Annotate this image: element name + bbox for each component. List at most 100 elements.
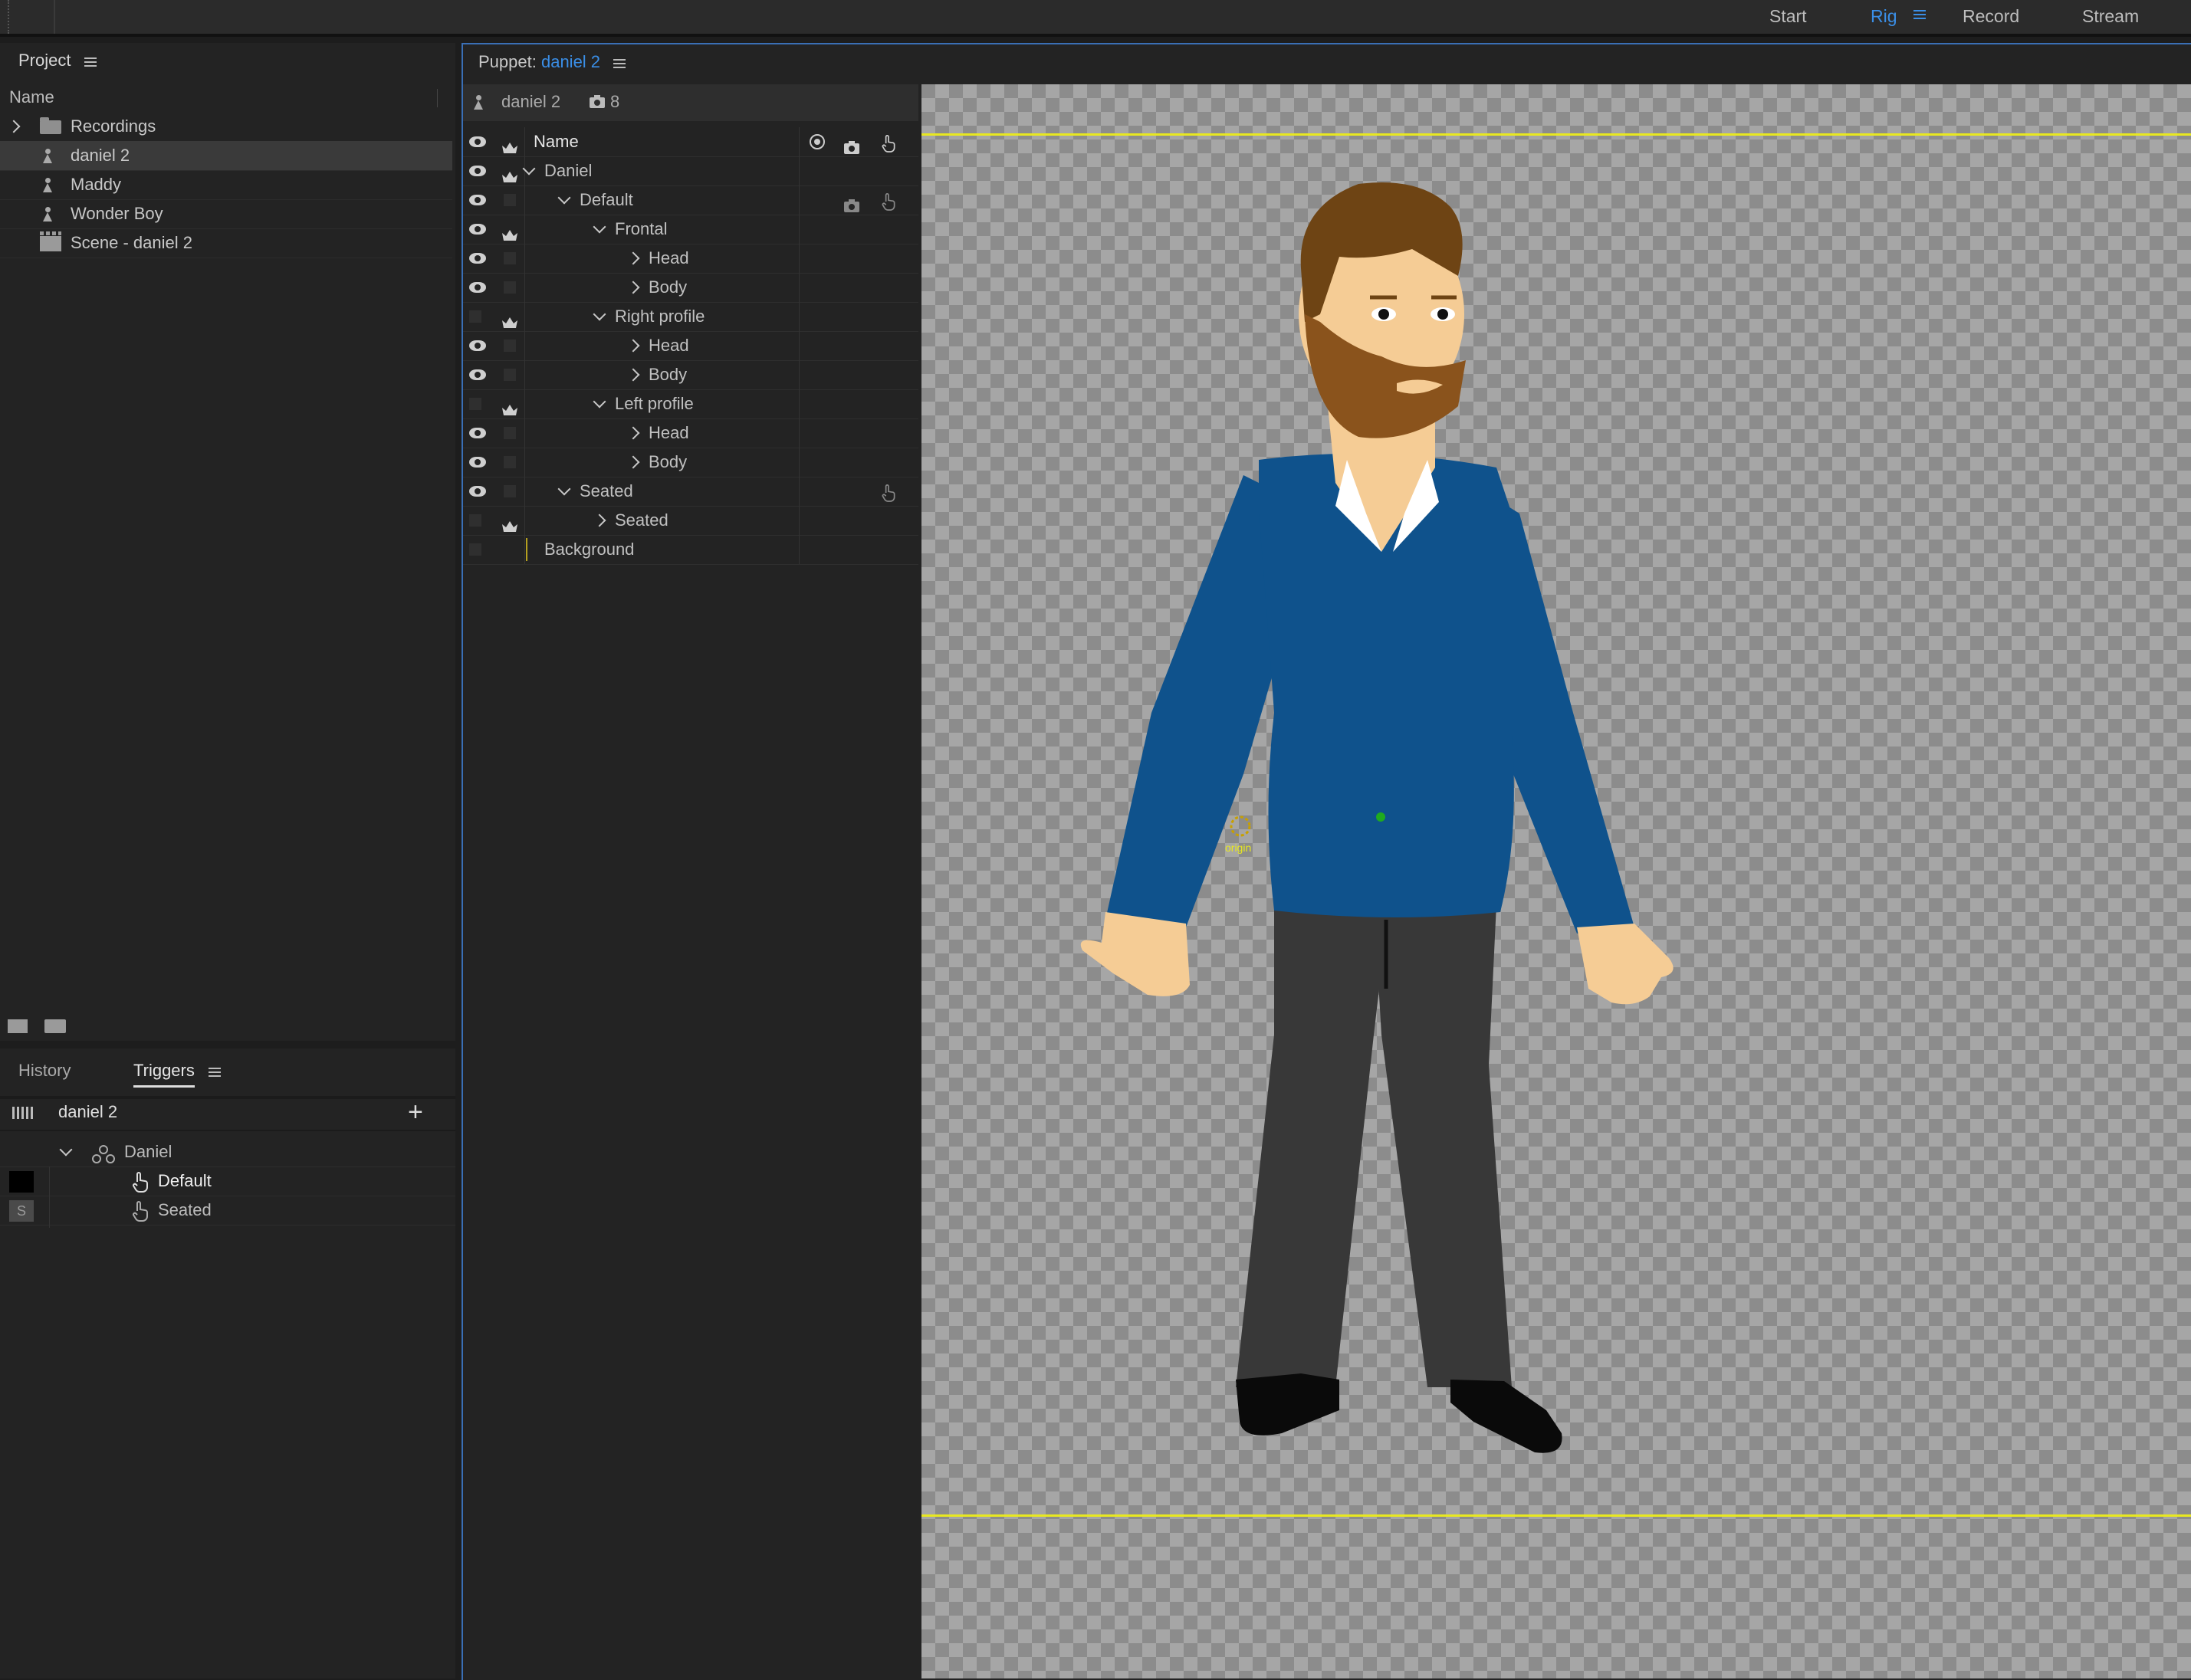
title-puppet-name[interactable]: daniel 2: [541, 52, 600, 71]
layer-row[interactable]: Left profile: [463, 389, 918, 419]
list-item-wonder-boy[interactable]: Wonder Boy: [0, 199, 452, 229]
chevron-down-icon[interactable]: [59, 1143, 73, 1157]
crown-icon[interactable]: [501, 310, 518, 328]
list-item-maddy[interactable]: Maddy: [0, 170, 452, 200]
trigger-column-icon[interactable]: [880, 133, 897, 153]
crown-icon[interactable]: [501, 135, 518, 153]
triggers-menu-icon[interactable]: [209, 1067, 221, 1081]
layer-row[interactable]: Head: [463, 244, 918, 274]
chevron-right-icon[interactable]: [593, 514, 606, 527]
chevron-right-icon[interactable]: [626, 281, 640, 294]
panel-grip[interactable]: [8, 0, 12, 34]
eye-icon[interactable]: [469, 166, 486, 176]
independent-toggle[interactable]: [504, 456, 516, 468]
crown-icon[interactable]: [501, 164, 518, 182]
independent-toggle[interactable]: [504, 281, 516, 294]
eye-icon[interactable]: [469, 369, 486, 380]
eye-icon[interactable]: [469, 282, 486, 293]
trigger-key-badge[interactable]: [9, 1171, 34, 1193]
eye-icon[interactable]: [469, 428, 486, 438]
independent-toggle[interactable]: [504, 369, 516, 381]
new-scene-icon[interactable]: [8, 1019, 28, 1033]
independent-toggle[interactable]: [504, 194, 516, 206]
project-menu-icon[interactable]: [84, 57, 97, 71]
layer-row[interactable]: Head: [463, 331, 918, 361]
chevron-right-icon[interactable]: [7, 120, 21, 133]
column-divider[interactable]: [437, 89, 438, 107]
puppet-menu-icon[interactable]: [613, 58, 626, 72]
independent-toggle[interactable]: [504, 427, 516, 439]
tab-stream[interactable]: Stream: [2082, 3, 2139, 29]
center-handle: [1376, 812, 1385, 822]
camera-icon[interactable]: [843, 193, 860, 212]
eye-icon[interactable]: [469, 486, 486, 497]
list-item-daniel-2[interactable]: daniel 2: [0, 141, 452, 171]
chevron-down-icon[interactable]: [557, 191, 571, 205]
column-header-name[interactable]: Name: [9, 87, 54, 107]
list-item-recordings[interactable]: Recordings: [0, 112, 452, 142]
visibility-toggle[interactable]: [469, 398, 481, 410]
eye-icon[interactable]: [469, 253, 486, 264]
puppet-icon: [43, 178, 52, 193]
layer-row[interactable]: Body: [463, 360, 918, 390]
layer-row[interactable]: Body: [463, 273, 918, 303]
eye-icon[interactable]: [469, 457, 486, 468]
rig-menu-icon[interactable]: [1913, 9, 1926, 23]
eye-icon[interactable]: [469, 224, 486, 235]
crown-icon[interactable]: [501, 397, 518, 415]
add-trigger-icon[interactable]: +: [408, 1099, 423, 1125]
left-shoe: [1236, 1373, 1339, 1436]
tree-header: daniel 2 8: [463, 84, 918, 121]
camera-column-icon[interactable]: [843, 135, 860, 154]
chevron-down-icon[interactable]: [593, 307, 606, 321]
crown-icon[interactable]: [501, 222, 518, 241]
layer-row[interactable]: Head: [463, 418, 918, 448]
eye-icon[interactable]: [469, 195, 486, 205]
tab-rig[interactable]: Rig: [1871, 3, 1897, 29]
trigger-row-default[interactable]: Default: [0, 1166, 455, 1196]
layer-row[interactable]: Right profile: [463, 302, 918, 332]
tab-record[interactable]: Record: [1963, 3, 2019, 29]
record-column-icon[interactable]: [810, 134, 825, 149]
eye-icon[interactable]: [469, 340, 486, 351]
visibility-toggle[interactable]: [469, 310, 481, 323]
chevron-down-icon[interactable]: [557, 482, 571, 496]
trigger-row-seated[interactable]: S Seated: [0, 1196, 455, 1226]
independent-toggle[interactable]: [504, 252, 516, 264]
chevron-right-icon[interactable]: [626, 339, 640, 353]
chevron-right-icon[interactable]: [626, 368, 640, 382]
layer-label: Seated: [580, 481, 633, 500]
tab-history[interactable]: History: [18, 1061, 71, 1081]
chevron-down-icon[interactable]: [593, 220, 606, 234]
trigger-group-row[interactable]: Daniel: [0, 1137, 455, 1167]
layer-row[interactable]: Frontal: [463, 215, 918, 244]
visibility-toggle[interactable]: [469, 514, 481, 527]
list-item-scene[interactable]: Scene - daniel 2: [0, 228, 452, 258]
independent-toggle[interactable]: [504, 340, 516, 352]
eye-icon[interactable]: [469, 136, 486, 147]
visibility-toggle[interactable]: [469, 543, 481, 556]
chevron-right-icon[interactable]: [626, 426, 640, 440]
new-folder-icon[interactable]: [44, 1019, 66, 1033]
item-label: Recordings: [71, 116, 156, 136]
layer-row[interactable]: Background: [463, 535, 918, 565]
layer-row[interactable]: Body: [463, 448, 918, 477]
layer-row[interactable]: Seated: [463, 506, 918, 536]
chevron-right-icon[interactable]: [626, 251, 640, 265]
chevron-down-icon[interactable]: [593, 395, 606, 409]
trigger-key-badge[interactable]: S: [9, 1200, 34, 1222]
rig-canvas[interactable]: origin: [921, 84, 2191, 1678]
hand-icon[interactable]: [880, 482, 897, 502]
layer-row[interactable]: Daniel: [463, 156, 918, 186]
layer-row[interactable]: Default: [463, 185, 918, 215]
hand-icon[interactable]: [880, 191, 897, 211]
tree-column-header[interactable]: Name: [463, 127, 918, 157]
tab-start[interactable]: Start: [1769, 3, 1807, 29]
crown-icon[interactable]: [501, 514, 518, 532]
chevron-right-icon[interactable]: [626, 455, 640, 469]
tab-triggers[interactable]: Triggers: [133, 1061, 195, 1088]
independent-toggle[interactable]: [504, 485, 516, 497]
layer-label: Daniel: [544, 161, 593, 180]
layer-color-bar: [526, 538, 527, 561]
layer-row[interactable]: Seated: [463, 477, 918, 507]
